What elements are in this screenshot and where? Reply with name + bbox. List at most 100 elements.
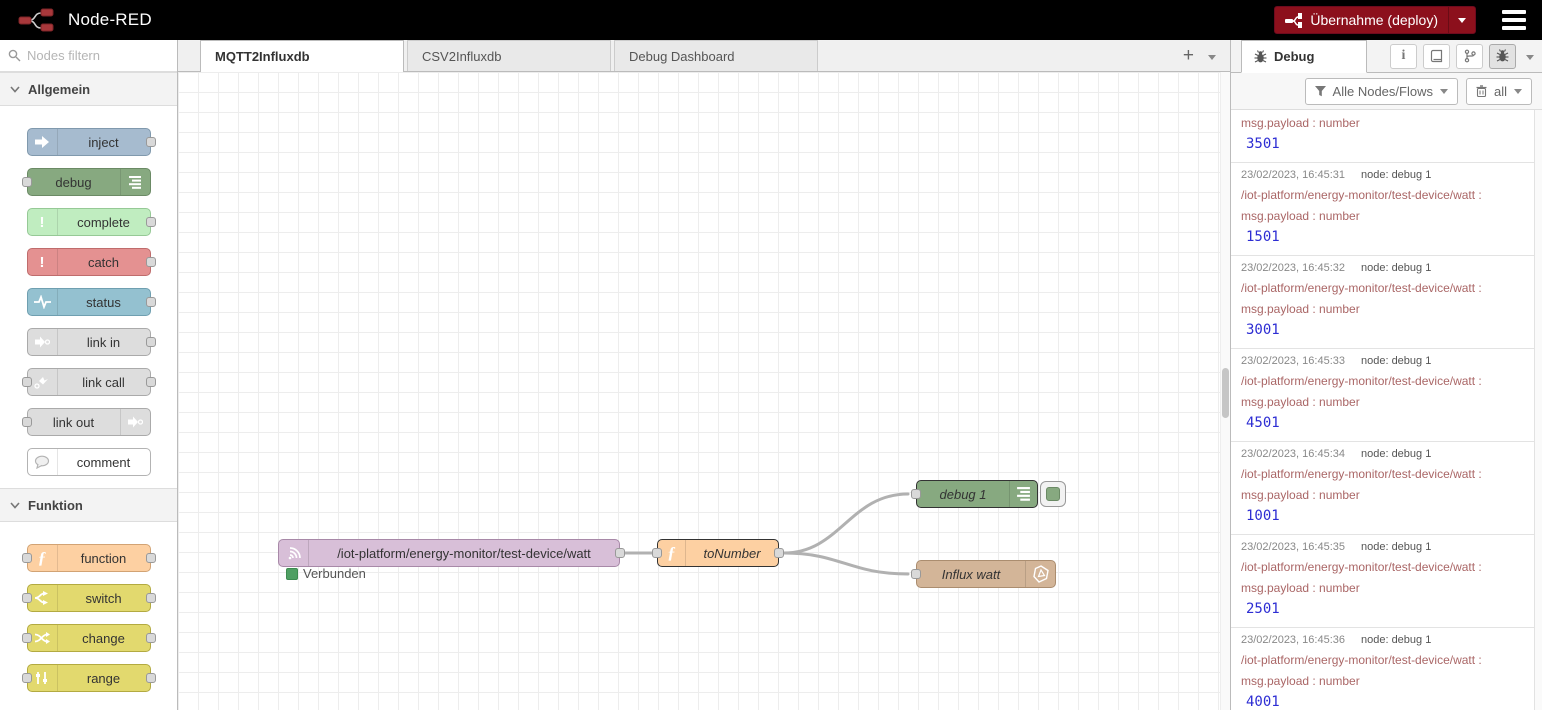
debug-clear-button[interactable]: all	[1466, 78, 1532, 105]
debug-list-icon	[1009, 481, 1037, 507]
status-pulse-icon	[28, 289, 58, 315]
catch-icon: !	[28, 249, 58, 275]
palette-node-complete[interactable]: ! complete	[27, 208, 151, 236]
main-menu-icon[interactable]	[1498, 6, 1530, 34]
context-tab-button[interactable]	[1456, 44, 1483, 69]
debug-filter-button[interactable]: Alle Nodes/Flows	[1305, 78, 1458, 105]
palette-node-switch[interactable]: switch	[27, 584, 151, 612]
palette-node-link-out[interactable]: link out	[27, 408, 151, 436]
output-port[interactable]	[774, 548, 784, 558]
palette-node-status[interactable]: status	[27, 288, 151, 316]
debug-value: 3501	[1241, 136, 1524, 152]
debug-message: 23/02/2023, 16:45:32 node: debug 1 /iot-…	[1231, 256, 1534, 349]
input-port[interactable]	[22, 633, 32, 643]
input-port[interactable]	[22, 417, 32, 427]
flow-node-mqtt-in[interactable]: /iot-platform/energy-monitor/test-device…	[278, 539, 620, 567]
canvas-scrollbar-thumb[interactable]	[1222, 368, 1229, 418]
canvas-scrollbar[interactable]	[1220, 72, 1230, 710]
palette-node-change[interactable]: change	[27, 624, 151, 652]
debug-filter-label: Alle Nodes/Flows	[1333, 84, 1433, 99]
link-out-icon	[120, 409, 150, 435]
debug-node-name: node: debug 1	[1361, 355, 1431, 367]
output-port[interactable]	[146, 553, 156, 563]
palette-node-inject[interactable]: inject	[27, 128, 151, 156]
comment-icon	[28, 449, 58, 475]
palette-node-link-in[interactable]: link in	[27, 328, 151, 356]
palette-node-label: debug	[28, 169, 120, 195]
palette-node-link-call[interactable]: link call	[27, 368, 151, 396]
palette-node-debug[interactable]: debug	[27, 168, 151, 196]
output-port[interactable]	[146, 377, 156, 387]
tab-mqtt2influxdb[interactable]: MQTT2Influxdb	[200, 40, 404, 72]
change-icon	[28, 625, 58, 651]
output-port[interactable]	[615, 548, 625, 558]
deploy-options-caret[interactable]	[1448, 7, 1475, 33]
input-port[interactable]	[911, 569, 921, 579]
influxdb-icon	[1025, 561, 1055, 587]
help-tab-button[interactable]	[1423, 44, 1450, 69]
debug-tab-button[interactable]	[1489, 44, 1516, 69]
debug-topic: /iot-platform/energy-monitor/test-device…	[1241, 560, 1524, 574]
output-port[interactable]	[146, 633, 156, 643]
debug-message: 23/02/2023, 16:45:31 node: debug 1 /iot-…	[1231, 163, 1534, 256]
debug-value: 2501	[1241, 601, 1524, 617]
info-tab-button[interactable]: i	[1390, 44, 1417, 69]
palette-node-comment[interactable]: comment	[27, 448, 151, 476]
output-port[interactable]	[146, 217, 156, 227]
status-text: Verbunden	[303, 566, 366, 581]
palette-node-function[interactable]: ƒ function	[27, 544, 151, 572]
range-icon	[28, 665, 58, 691]
palette-section-funktion[interactable]: Funktion	[0, 488, 177, 522]
input-port[interactable]	[22, 177, 32, 187]
palette-section-allgemein[interactable]: Allgemein	[0, 72, 177, 106]
flow-node-influx-watt[interactable]: Influx watt	[916, 560, 1056, 588]
input-port[interactable]	[22, 553, 32, 563]
output-port[interactable]	[146, 257, 156, 267]
palette-node-label: link out	[28, 409, 120, 435]
debug-payload-type: msg.payload : number	[1241, 674, 1524, 688]
palette-section-label: Allgemein	[28, 82, 90, 97]
debug-enable-toggle[interactable]	[1040, 481, 1066, 507]
debug-message: 23/02/2023, 16:45:34 node: debug 1 /iot-…	[1231, 442, 1534, 535]
tab-csv2influxdb[interactable]: CSV2Influxdb	[407, 40, 611, 71]
output-port[interactable]	[146, 673, 156, 683]
wires[interactable]	[178, 72, 1230, 710]
palette-node-range[interactable]: range	[27, 664, 151, 692]
palette-node-label: link in	[58, 329, 150, 355]
input-port[interactable]	[22, 673, 32, 683]
flow-list-caret[interactable]	[1208, 47, 1216, 65]
chevron-down-icon	[10, 502, 20, 509]
flow-canvas[interactable]: /iot-platform/energy-monitor/test-device…	[178, 72, 1230, 710]
output-port[interactable]	[146, 137, 156, 147]
output-port[interactable]	[146, 337, 156, 347]
palette-search[interactable]	[0, 40, 177, 72]
debug-scrollbar[interactable]	[1534, 110, 1542, 710]
input-port[interactable]	[22, 377, 32, 387]
add-flow-button[interactable]: +	[1183, 46, 1194, 65]
bug-icon	[1254, 50, 1267, 64]
flow-node-tonumber[interactable]: ƒ toNumber	[657, 539, 779, 567]
debug-payload-type: msg.payload : number	[1241, 116, 1524, 130]
output-port[interactable]	[146, 593, 156, 603]
chevron-down-icon	[10, 86, 20, 93]
sidebar-options-caret[interactable]	[1526, 47, 1534, 65]
palette-section-funktion-body: ƒ function switch	[0, 522, 177, 704]
deploy-button[interactable]: Übernahme (deploy)	[1274, 6, 1476, 34]
flow-node-label: /iot-platform/energy-monitor/test-device…	[309, 540, 619, 566]
output-port[interactable]	[146, 297, 156, 307]
input-port[interactable]	[911, 489, 921, 499]
palette-node-catch[interactable]: ! catch	[27, 248, 151, 276]
sidebar-tab-label: Debug	[1274, 49, 1314, 64]
app-title: Node-RED	[68, 10, 152, 30]
funnel-icon	[1315, 86, 1326, 97]
tab-debug-dashboard[interactable]: Debug Dashboard	[614, 40, 818, 71]
debug-topic: /iot-platform/energy-monitor/test-device…	[1241, 467, 1524, 481]
tab-debug-sidebar[interactable]: Debug	[1241, 40, 1367, 73]
flow-node-debug1[interactable]: debug 1	[916, 480, 1038, 508]
palette-search-input[interactable]	[27, 48, 157, 63]
debug-list-icon	[120, 169, 150, 195]
input-port[interactable]	[22, 593, 32, 603]
app-header: Node-RED Übernahme (deploy)	[0, 0, 1542, 40]
input-port[interactable]	[652, 548, 662, 558]
palette-node-label: comment	[58, 449, 150, 475]
